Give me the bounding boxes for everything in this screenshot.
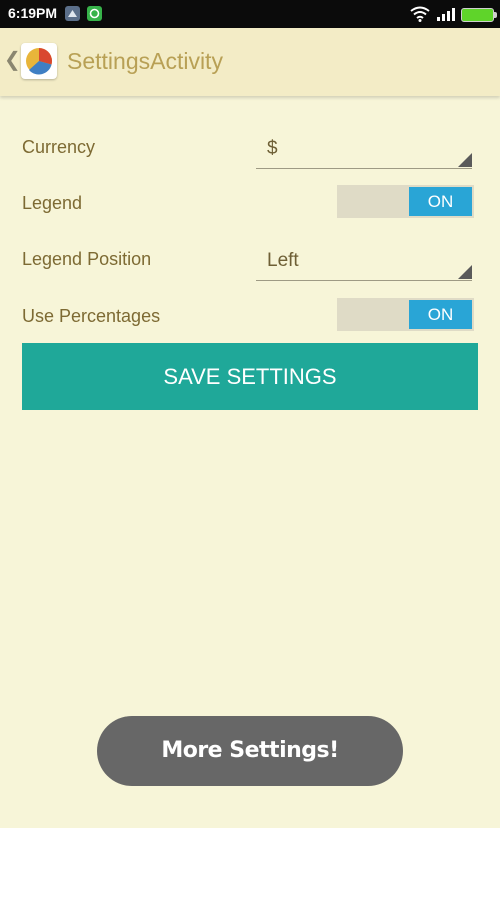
pie-chart-icon[interactable] [21,43,57,79]
notification-icon [65,6,80,21]
use-percentages-label: Use Percentages [22,306,161,326]
settings-screen: 6:19PM ❮ SettingsActivity Currency $ Leg… [0,0,500,828]
legend-toggle-state: ON [409,187,472,216]
sync-icon [87,6,102,21]
legend-position-label: Legend Position [22,249,152,269]
action-bar: ❮ SettingsActivity [0,28,500,96]
page-title: SettingsActivity [67,48,223,74]
save-settings-button[interactable]: SAVE SETTINGS [22,343,478,410]
use-percentages-toggle[interactable]: ON [337,298,474,331]
status-time: 6:19PM [8,5,58,21]
legend-position-spinner[interactable]: Left [256,244,472,281]
dropdown-arrow-icon [458,265,472,279]
bottom-blank-area [0,828,500,900]
currency-value: $ [267,138,278,159]
dropdown-arrow-icon [458,153,472,167]
legend-label: Legend [22,193,83,213]
battery-icon [461,8,497,22]
legend-position-value: Left [267,250,299,271]
legend-toggle[interactable]: ON [337,185,474,218]
currency-spinner[interactable]: $ [256,132,472,169]
toast-message: More Settings! [97,716,403,786]
currency-label: Currency [22,137,96,157]
wifi-icon [410,6,430,27]
signal-icon [437,6,457,27]
chevron-left-icon[interactable]: ❮ [4,50,21,70]
status-bar: 6:19PM [0,0,500,28]
use-percentages-toggle-state: ON [409,300,472,329]
